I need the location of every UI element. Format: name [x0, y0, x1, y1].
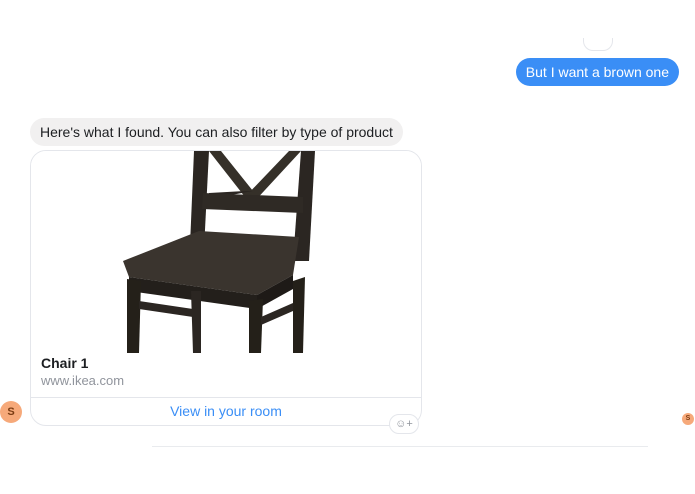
divider-line	[152, 446, 648, 447]
avatar[interactable]: S	[0, 401, 22, 423]
chair-illustration	[123, 151, 315, 353]
add-reaction-button[interactable]: ☺+	[389, 414, 419, 434]
incoming-message-text: Here's what I found. You can also filter…	[40, 124, 393, 140]
incoming-message-bubble: Here's what I found. You can also filter…	[30, 118, 403, 146]
seen-indicator-avatar: S	[682, 413, 694, 425]
product-image[interactable]	[31, 151, 421, 353]
outgoing-message-bubble: But I want a brown one	[515, 58, 679, 86]
product-url[interactable]: www.ikea.com	[41, 373, 124, 388]
product-title[interactable]: Chair 1	[41, 355, 88, 371]
reaction-pill-top[interactable]	[583, 38, 613, 51]
product-card[interactable]: Chair 1 www.ikea.com View in your room	[30, 150, 422, 426]
outgoing-message-text: But I want a brown one	[525, 64, 669, 80]
view-in-room-button[interactable]: View in your room	[31, 398, 421, 425]
smiley-add-icon: ☺+	[395, 418, 413, 430]
